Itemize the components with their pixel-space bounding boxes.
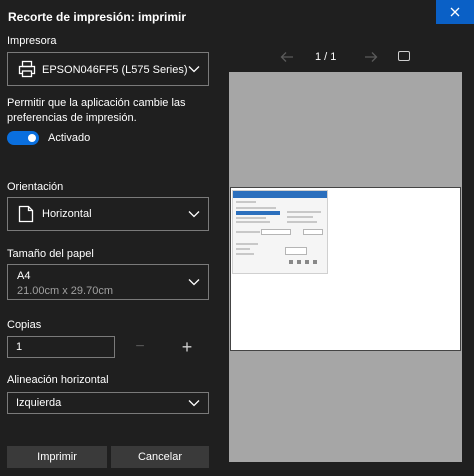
thumbnail-icon xyxy=(305,260,309,264)
arrow-right-icon xyxy=(365,52,378,62)
printer-selected: EPSON046FF5 (L575 Series) xyxy=(42,64,188,76)
close-button[interactable] xyxy=(436,0,474,24)
next-page-button[interactable] xyxy=(364,50,378,66)
thumbnail-icon xyxy=(313,260,317,264)
app-prefs-label-line1: Permitir que la aplicación cambie las xyxy=(7,97,186,109)
page-indicator: 1 / 1 xyxy=(315,51,337,63)
paper-size-dropdown[interactable]: A4 21.00cm x 29.70cm xyxy=(7,264,209,300)
thumbnail-line xyxy=(236,201,256,203)
toggle-knob xyxy=(28,134,36,142)
thumbnail-line xyxy=(236,207,276,209)
arrow-left-icon xyxy=(280,52,293,62)
orientation-dropdown[interactable]: Horizontal xyxy=(7,197,209,231)
close-icon xyxy=(450,7,460,17)
printer-dropdown[interactable]: EPSON046FF5 (L575 Series) xyxy=(7,52,209,86)
copies-input[interactable]: 1 xyxy=(7,336,115,358)
thumbnail-line xyxy=(236,253,254,255)
chevron-down-icon xyxy=(188,211,200,218)
thumbnail-box xyxy=(285,247,307,255)
paper-size-label: Tamaño del papel xyxy=(7,248,94,260)
alignment-label: Alineación horizontal xyxy=(7,374,109,386)
thumbnail-line xyxy=(287,216,313,218)
copies-decrement-button[interactable]: − xyxy=(131,338,149,356)
preview-content-thumbnail xyxy=(232,190,328,274)
thumbnail-line xyxy=(236,243,258,245)
app-prefs-toggle[interactable] xyxy=(7,131,39,145)
copies-increment-button[interactable]: + xyxy=(178,338,196,356)
thumbnail-box xyxy=(261,229,291,235)
thumbnail-icon xyxy=(297,260,301,264)
page-orientation-icon xyxy=(18,205,34,223)
thumbnail-icon xyxy=(289,260,293,264)
thumbnail-line xyxy=(236,217,266,219)
thumbnail-line xyxy=(236,221,270,223)
thumbnail-line xyxy=(236,248,250,250)
copies-label: Copias xyxy=(7,319,42,331)
toggle-state-label: Activado xyxy=(48,132,91,144)
thumbnail-line xyxy=(287,221,317,223)
chevron-down-icon xyxy=(188,66,200,73)
paper-size-selected: A4 xyxy=(17,270,31,282)
cancel-button[interactable]: Cancelar xyxy=(111,446,209,468)
alignment-selected: Izquierda xyxy=(16,397,62,409)
orientation-selected: Horizontal xyxy=(42,208,92,220)
printer-label: Impresora xyxy=(7,35,57,47)
thumbnail-box xyxy=(303,229,323,235)
app-prefs-label-line2: preferencias de impresión. xyxy=(7,112,137,124)
thumbnail-line xyxy=(287,211,321,213)
paper-size-dimensions: 21.00cm x 29.70cm xyxy=(17,285,113,297)
print-button[interactable]: Imprimir xyxy=(7,446,107,468)
chevron-down-icon xyxy=(188,400,200,407)
thumbnail-line xyxy=(236,231,260,233)
alignment-dropdown[interactable]: Izquierda xyxy=(7,392,209,414)
thumbnail-selection xyxy=(236,211,280,215)
copies-value: 1 xyxy=(16,341,23,353)
printer-icon xyxy=(18,60,36,78)
fit-page-icon[interactable] xyxy=(398,51,410,61)
previous-page-button[interactable] xyxy=(280,50,294,66)
thumbnail-title-bar xyxy=(233,191,327,198)
orientation-label: Orientación xyxy=(7,181,64,193)
window-title: Recorte de impresión: imprimir xyxy=(8,10,187,24)
chevron-down-icon xyxy=(188,279,200,286)
